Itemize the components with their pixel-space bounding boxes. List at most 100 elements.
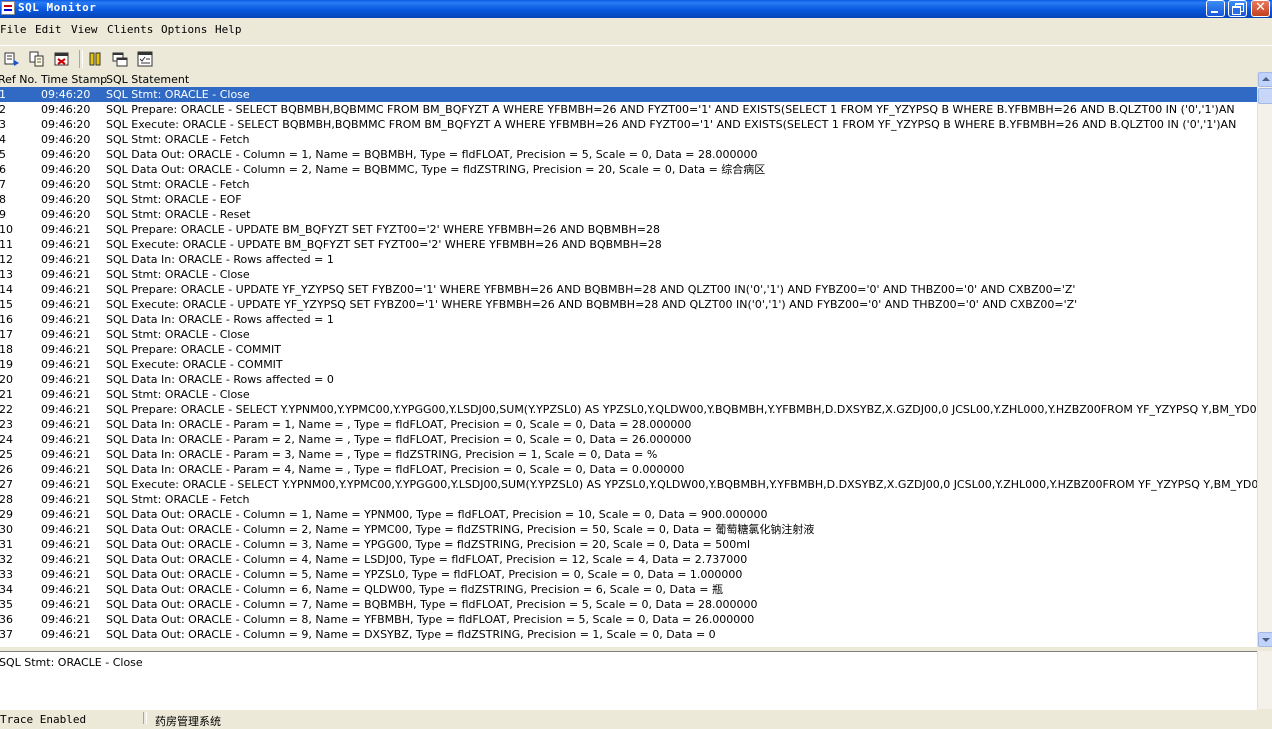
column-sql-statement[interactable]: SQL Statement [106, 73, 189, 86]
table-row[interactable]: 31 09:46:21 SQL Data Out: ORACLE - Column … [0, 537, 1257, 552]
table-row[interactable]: 16 09:46:21 SQL Data In: ORACLE - Rows aff… [0, 312, 1257, 327]
table-row[interactable]: 21 09:46:21 SQL Stmt: ORACLE - Close [0, 387, 1257, 402]
menu-edit[interactable]: Edit [35, 23, 62, 36]
sql-log-grid[interactable]: 1 09:46:20 SQL Stmt: ORACLE - Close 2 09:46:… [0, 87, 1257, 647]
row-sql-statement: SQL Data In: ORACLE - Param = 3, Name = … [106, 448, 658, 461]
table-row[interactable]: 8 09:46:20 SQL Stmt: ORACLE - EOF [0, 192, 1257, 207]
row-ref-no: 19 [0, 358, 13, 371]
row-sql-statement: SQL Stmt: ORACLE - Close [106, 88, 250, 101]
menu-help[interactable]: Help [215, 23, 242, 36]
scroll-thumb[interactable] [1258, 88, 1272, 104]
table-row[interactable]: 10 09:46:21 SQL Prepare: ORACLE - UPDATE B… [0, 222, 1257, 237]
row-sql-statement: SQL Data Out: ORACLE - Column = 6, Name … [106, 583, 724, 596]
table-row[interactable]: 7 09:46:20 SQL Stmt: ORACLE - Fetch [0, 177, 1257, 192]
menu-file[interactable]: File [0, 23, 27, 36]
row-time-stamp: 09:46:21 [41, 238, 91, 251]
detail-vertical-scrollbar[interactable] [1257, 651, 1272, 709]
row-ref-no: 10 [0, 223, 13, 236]
row-ref-no: 1 [0, 88, 6, 101]
close-button[interactable]: ✕ [1251, 0, 1270, 17]
clear-button[interactable] [52, 49, 72, 69]
statement-detail-text: SQL Stmt: ORACLE - Close [0, 656, 143, 669]
column-time-stamp[interactable]: Time Stamp [41, 73, 107, 86]
table-row[interactable]: 29 09:46:21 SQL Data Out: ORACLE - Column … [0, 507, 1257, 522]
table-row[interactable]: 28 09:46:21 SQL Stmt: ORACLE - Fetch [0, 492, 1257, 507]
table-row[interactable]: 17 09:46:21 SQL Stmt: ORACLE - Close [0, 327, 1257, 342]
row-ref-no: 34 [0, 583, 13, 596]
minimize-button[interactable] [1206, 0, 1225, 17]
row-sql-statement: SQL Prepare: ORACLE - COMMIT [106, 343, 281, 356]
table-row[interactable]: 32 09:46:21 SQL Data Out: ORACLE - Column … [0, 552, 1257, 567]
log-vertical-scrollbar[interactable] [1257, 72, 1272, 647]
table-row[interactable]: 18 09:46:21 SQL Prepare: ORACLE - COMMIT [0, 342, 1257, 357]
table-row[interactable]: 35 09:46:21 SQL Data Out: ORACLE - Column … [0, 597, 1257, 612]
table-row[interactable]: 13 09:46:21 SQL Stmt: ORACLE - Close [0, 267, 1257, 282]
row-ref-no: 24 [0, 433, 13, 446]
table-row[interactable]: 27 09:46:21 SQL Execute: ORACLE - SELECT Y… [0, 477, 1257, 492]
menu-clients[interactable]: Clients [107, 23, 153, 36]
table-row[interactable]: 15 09:46:21 SQL Execute: ORACLE - UPDATE Y… [0, 297, 1257, 312]
row-ref-no: 23 [0, 418, 13, 431]
scroll-up-button[interactable] [1258, 72, 1272, 87]
copy-button[interactable] [27, 49, 47, 69]
table-row[interactable]: 37 09:46:21 SQL Data Out: ORACLE - Column … [0, 627, 1257, 642]
row-time-stamp: 09:46:20 [41, 118, 91, 131]
row-sql-statement: SQL Data Out: ORACLE - Column = 1, Name … [106, 148, 758, 161]
row-sql-statement: SQL Stmt: ORACLE - Reset [106, 208, 251, 221]
row-ref-no: 13 [0, 268, 13, 281]
table-row[interactable]: 2 09:46:20 SQL Prepare: ORACLE - SELECT BQ… [0, 102, 1257, 117]
row-time-stamp: 09:46:21 [41, 508, 91, 521]
menu-view[interactable]: View [71, 23, 98, 36]
row-ref-no: 3 [0, 118, 6, 131]
title-bar[interactable]: SQL Monitor ✕ [0, 0, 1272, 18]
tile-button[interactable] [110, 49, 130, 69]
row-ref-no: 18 [0, 343, 13, 356]
row-sql-statement: SQL Execute: ORACLE - UPDATE BM_BQFYZT S… [106, 238, 662, 251]
table-row[interactable]: 12 09:46:21 SQL Data In: ORACLE - Rows aff… [0, 252, 1257, 267]
row-ref-no: 21 [0, 388, 13, 401]
table-row[interactable]: 19 09:46:21 SQL Execute: ORACLE - COMMIT [0, 357, 1257, 372]
pause-button[interactable] [85, 49, 105, 69]
maximize-button[interactable] [1228, 0, 1247, 17]
table-row[interactable]: 14 09:46:21 SQL Prepare: ORACLE - UPDATE Y… [0, 282, 1257, 297]
status-trace: Trace Enabled [0, 713, 87, 726]
table-row[interactable]: 22 09:46:21 SQL Prepare: ORACLE - SELECT Y… [0, 402, 1257, 417]
statement-detail-pane[interactable]: SQL Stmt: ORACLE - Close [0, 651, 1257, 710]
table-row[interactable]: 4 09:46:20 SQL Stmt: ORACLE - Fetch [0, 132, 1257, 147]
row-time-stamp: 09:46:20 [41, 133, 91, 146]
row-sql-statement: SQL Prepare: ORACLE - SELECT Y.YPNM00,Y.… [106, 403, 1257, 416]
menu-options[interactable]: Options [161, 23, 207, 36]
row-time-stamp: 09:46:21 [41, 478, 91, 491]
table-row[interactable]: 33 09:46:21 SQL Data Out: ORACLE - Column … [0, 567, 1257, 582]
save-log-button[interactable] [2, 49, 22, 69]
table-row[interactable]: 34 09:46:21 SQL Data Out: ORACLE - Column … [0, 582, 1257, 597]
row-sql-statement: SQL Data Out: ORACLE - Column = 1, Name … [106, 508, 768, 521]
row-sql-statement: SQL Stmt: ORACLE - Fetch [106, 493, 250, 506]
row-ref-no: 36 [0, 613, 13, 626]
row-time-stamp: 09:46:21 [41, 493, 91, 506]
table-row[interactable]: 11 09:46:21 SQL Execute: ORACLE - UPDATE B… [0, 237, 1257, 252]
row-sql-statement: SQL Stmt: ORACLE - Close [106, 268, 250, 281]
column-ref-no[interactable]: Ref No. [0, 73, 38, 86]
table-row[interactable]: 24 09:46:21 SQL Data In: ORACLE - Param = … [0, 432, 1257, 447]
table-row[interactable]: 30 09:46:21 SQL Data Out: ORACLE - Column … [0, 522, 1257, 537]
table-row[interactable]: 26 09:46:21 SQL Data In: ORACLE - Param = … [0, 462, 1257, 477]
table-row[interactable]: 6 09:46:20 SQL Data Out: ORACLE - Column =… [0, 162, 1257, 177]
row-sql-statement: SQL Stmt: ORACLE - Fetch [106, 178, 250, 191]
table-row[interactable]: 20 09:46:21 SQL Data In: ORACLE - Rows aff… [0, 372, 1257, 387]
row-ref-no: 14 [0, 283, 13, 296]
table-row[interactable]: 23 09:46:21 SQL Data In: ORACLE - Param = … [0, 417, 1257, 432]
app-icon[interactable] [1, 1, 15, 15]
table-row[interactable]: 3 09:46:20 SQL Execute: ORACLE - SELECT BQ… [0, 117, 1257, 132]
row-sql-statement: SQL Data In: ORACLE - Param = 1, Name = … [106, 418, 692, 431]
table-row[interactable]: 5 09:46:20 SQL Data Out: ORACLE - Column =… [0, 147, 1257, 162]
table-row[interactable]: 9 09:46:20 SQL Stmt: ORACLE - Reset [0, 207, 1257, 222]
checklist-button[interactable] [135, 49, 155, 69]
table-row[interactable]: 1 09:46:20 SQL Stmt: ORACLE - Close [0, 87, 1257, 102]
table-row[interactable]: 25 09:46:21 SQL Data In: ORACLE - Param = … [0, 447, 1257, 462]
row-time-stamp: 09:46:21 [41, 328, 91, 341]
row-ref-no: 37 [0, 628, 13, 641]
table-row[interactable]: 36 09:46:21 SQL Data Out: ORACLE - Column … [0, 612, 1257, 627]
row-time-stamp: 09:46:20 [41, 163, 91, 176]
scroll-down-button[interactable] [1258, 632, 1272, 647]
